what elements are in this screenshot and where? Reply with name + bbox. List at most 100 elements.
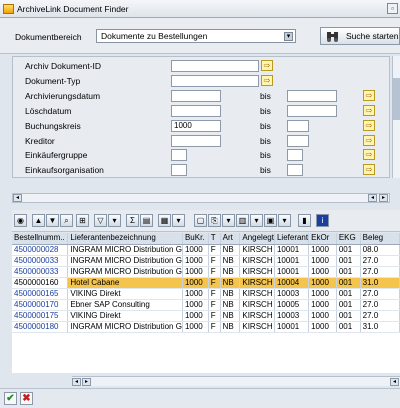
find-next-icon[interactable]: ⊞	[76, 214, 89, 227]
table-cell: 31.0	[360, 321, 400, 333]
table-row[interactable]: 4500000165 VIKING Direkt 1000 F NB KIRSCH 1000…	[12, 288, 400, 300]
po-number-cell[interactable]: 4500000160	[12, 277, 69, 289]
document-area-select[interactable]: Dokumente zu Bestellungen ▾	[96, 29, 296, 43]
po-number-cell[interactable]: 4500000175	[12, 310, 69, 322]
multiple-selection-arrow-icon[interactable]: ⇨	[363, 164, 375, 176]
scroll-left-icon[interactable]: ◂	[13, 194, 22, 202]
table-row[interactable]: 4500000033 INGRAM MICRO Distribution G 100…	[12, 266, 400, 278]
po-number-cell[interactable]: 4500000180	[12, 321, 69, 333]
sort-descending-icon[interactable]: ▼	[46, 214, 59, 227]
find-icon[interactable]: ⌕	[60, 214, 73, 227]
criteria-to-input[interactable]	[287, 89, 337, 102]
confirm-check-icon[interactable]: ✔	[4, 392, 17, 405]
scrollbar-thumb[interactable]	[393, 78, 400, 120]
graphic-icon[interactable]: ▮	[298, 214, 311, 227]
details-icon[interactable]: ◉	[14, 214, 27, 227]
multiple-selection-arrow-icon[interactable]: ⇨	[363, 134, 375, 146]
criteria-to-input[interactable]	[287, 164, 303, 177]
table-cell: F	[208, 255, 221, 267]
layout-dropdown-icon[interactable]: ▾	[250, 214, 263, 227]
filter-dropdown-icon[interactable]: ▾	[108, 214, 121, 227]
scroll-right-icon[interactable]: ▸	[82, 378, 91, 386]
column-header[interactable]: BuKr.	[182, 233, 209, 245]
layout-icon[interactable]: ▥	[236, 214, 249, 227]
criteria-from-input[interactable]	[171, 89, 221, 102]
table-cell: 001	[336, 255, 361, 267]
criteria-to-input[interactable]	[287, 149, 303, 162]
sort-ascending-icon[interactable]: ▲	[32, 214, 45, 227]
table-row[interactable]: 4500000160 Hotel Cabane 1000 F NB KIRSCH 10004…	[12, 277, 400, 289]
sum-icon[interactable]: Σ	[126, 214, 139, 227]
table-cell: 27.0	[360, 255, 400, 267]
scroll-left-icon[interactable]: ◂	[368, 194, 377, 202]
column-header[interactable]: Lieferant	[274, 233, 310, 245]
criteria-label: Einkäufergruppe	[25, 150, 88, 161]
table-row[interactable]: 4500000028 INGRAM MICRO Distribution G 100…	[12, 244, 400, 256]
dropdown-icon[interactable]: ▾	[284, 32, 293, 41]
table-cell: KIRSCH	[239, 288, 275, 300]
grid-horizontal-scrollbar[interactable]: ◂ ▸ ◂	[72, 376, 400, 386]
print-preview-icon[interactable]: ▢	[194, 214, 207, 227]
criteria-label: Einkaufsorganisation	[25, 165, 104, 176]
filter-icon[interactable]: ▽	[94, 214, 107, 227]
scroll-left-icon[interactable]: ◂	[390, 378, 399, 386]
multiple-selection-arrow-icon[interactable]: ⇨	[363, 104, 375, 116]
column-header[interactable]: Art	[220, 233, 241, 245]
multiple-selection-arrow-icon[interactable]: ⇨	[363, 89, 375, 101]
multiple-selection-arrow-icon[interactable]: ⇨	[363, 149, 375, 161]
po-number-cell[interactable]: 4500000170	[12, 299, 69, 311]
po-number-cell[interactable]: 4500000165	[12, 288, 69, 300]
criteria-horizontal-scrollbar[interactable]: ◂ ◂ ▸	[12, 193, 390, 203]
window-menu-icon[interactable]: ▫	[387, 3, 398, 14]
criteria-from-input[interactable]	[171, 104, 221, 117]
column-header[interactable]: Lieferantenbezeichnung	[67, 233, 183, 245]
scroll-left-icon[interactable]: ◂	[72, 378, 81, 386]
column-header[interactable]: Beleg	[360, 233, 400, 245]
table-row[interactable]: 4500000033 INGRAM MICRO Distribution G 100…	[12, 255, 400, 267]
table-cell: 10003	[274, 310, 310, 322]
column-header[interactable]: Bestellnumm..	[12, 233, 69, 245]
info-icon[interactable]: i	[316, 214, 329, 227]
export-icon[interactable]: ⎘	[208, 214, 221, 227]
table-row[interactable]: 4500000180 INGRAM MICRO Distribution G 100…	[12, 321, 400, 333]
export-dropdown-icon[interactable]: ▾	[222, 214, 235, 227]
column-header[interactable]: EKG	[336, 233, 361, 245]
multiple-selection-arrow-icon[interactable]: ⇨	[363, 119, 375, 131]
po-number-cell[interactable]: 4500000033	[12, 255, 69, 267]
criteria-from-input[interactable]: 1000	[171, 119, 221, 132]
select-layout-dropdown-icon[interactable]: ▾	[278, 214, 291, 227]
start-search-button[interactable]: Suche starten	[320, 27, 400, 45]
table-cell: 1000	[308, 277, 337, 289]
table-cell: F	[208, 277, 221, 289]
criteria-to-input[interactable]	[287, 104, 337, 117]
multiple-selection-arrow-icon[interactable]: ⇨	[261, 60, 273, 71]
po-number-cell[interactable]: 4500000033	[12, 266, 69, 278]
table-cell: 10003	[274, 288, 310, 300]
bis-label: bis	[260, 120, 271, 131]
column-header[interactable]: Angelegt	[239, 233, 275, 245]
column-header[interactable]: T	[208, 233, 221, 245]
criteria-to-input[interactable]	[287, 119, 309, 132]
bis-label: bis	[260, 150, 271, 161]
subtotal-icon[interactable]: ▤	[140, 214, 153, 227]
table-row[interactable]: 4500000175 VIKING Direkt 1000 F NB KIRSCH 1000…	[12, 310, 400, 322]
scroll-right-icon[interactable]: ▸	[379, 194, 388, 202]
print-icon[interactable]: ▦	[158, 214, 171, 227]
result-table: Bestellnumm.. Lieferantenbezeichnung BuKr.…	[12, 233, 400, 333]
criteria-from-input[interactable]	[171, 74, 259, 87]
criteria-from-input[interactable]	[171, 149, 187, 162]
print-dropdown-icon[interactable]: ▾	[172, 214, 185, 227]
criteria-from-input[interactable]	[171, 164, 187, 177]
table-cell: F	[208, 266, 221, 278]
cancel-x-icon[interactable]: ✖	[20, 392, 33, 405]
po-number-cell[interactable]: 4500000028	[12, 244, 69, 256]
criteria-to-input[interactable]	[287, 134, 309, 147]
select-layout-icon[interactable]: ▣	[264, 214, 277, 227]
table-cell: Hotel Cabane	[67, 277, 183, 289]
column-header[interactable]: EkOr	[308, 233, 337, 245]
table-row[interactable]: 4500000170 Ebner SAP Consulting 1000 F NB KIR…	[12, 299, 400, 311]
criteria-vertical-scrollbar[interactable]	[392, 56, 400, 178]
criteria-from-input[interactable]	[171, 134, 221, 147]
multiple-selection-arrow-icon[interactable]: ⇨	[261, 74, 273, 86]
criteria-from-input[interactable]	[171, 60, 259, 72]
